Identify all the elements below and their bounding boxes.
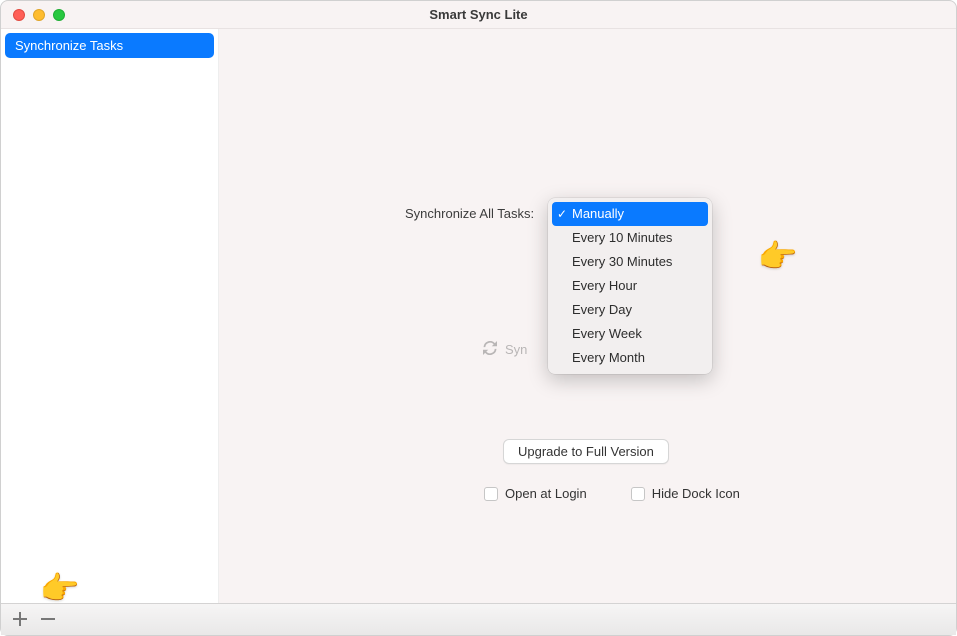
- dropdown-option-label: Manually: [572, 206, 624, 221]
- dropdown-option-label: Every Week: [572, 326, 642, 341]
- window-title: Smart Sync Lite: [1, 7, 956, 22]
- minus-icon: [41, 611, 55, 629]
- dropdown-option-every-30-minutes[interactable]: Every 30 Minutes: [552, 250, 708, 274]
- dropdown-option-label: Every Hour: [572, 278, 637, 293]
- sidebar: Synchronize Tasks: [1, 29, 219, 603]
- app-window: Smart Sync Lite Synchronize Tasks Synchr…: [0, 0, 957, 636]
- dropdown-option-every-hour[interactable]: Every Hour: [552, 274, 708, 298]
- dropdown-option-label: Every 30 Minutes: [572, 254, 672, 269]
- sidebar-item-label: Synchronize Tasks: [15, 38, 123, 53]
- open-at-login-label: Open at Login: [505, 486, 587, 501]
- checkbox-box: [631, 487, 645, 501]
- plus-icon: [13, 611, 27, 629]
- remove-button[interactable]: [39, 611, 57, 629]
- synchronize-all-tasks-label: Synchronize All Tasks:: [405, 206, 534, 221]
- dropdown-option-every-day[interactable]: Every Day: [552, 298, 708, 322]
- upgrade-button[interactable]: Upgrade to Full Version: [503, 439, 669, 464]
- bottom-toolbar: [1, 603, 956, 635]
- upgrade-button-label: Upgrade to Full Version: [518, 444, 654, 459]
- titlebar: Smart Sync Lite: [1, 1, 956, 29]
- dropdown-option-every-10-minutes[interactable]: Every 10 Minutes: [552, 226, 708, 250]
- dropdown-option-label: Every 10 Minutes: [572, 230, 672, 245]
- options-row: Open at Login Hide Dock Icon: [484, 486, 740, 501]
- sidebar-item-synchronize-tasks[interactable]: Synchronize Tasks: [5, 33, 214, 58]
- open-at-login-checkbox[interactable]: Open at Login: [484, 486, 587, 501]
- dropdown-option-label: Every Month: [572, 350, 645, 365]
- dropdown-option-manually[interactable]: Manually: [552, 202, 708, 226]
- main-panel: Synchronize All Tasks: Syn Upgrade to Fu…: [219, 29, 956, 603]
- dropdown-option-label: Every Day: [572, 302, 632, 317]
- refresh-icon: [483, 341, 497, 358]
- sync-interval-dropdown[interactable]: Manually Every 10 Minutes Every 30 Minut…: [548, 198, 712, 374]
- dropdown-option-every-month[interactable]: Every Month: [552, 346, 708, 370]
- add-button[interactable]: [11, 611, 29, 629]
- dropdown-option-every-week[interactable]: Every Week: [552, 322, 708, 346]
- hide-dock-icon-label: Hide Dock Icon: [652, 486, 740, 501]
- synchronize-now-label: Syn: [505, 342, 527, 357]
- pointing-hand-icon: 👈: [759, 237, 799, 275]
- hide-dock-icon-checkbox[interactable]: Hide Dock Icon: [631, 486, 740, 501]
- checkbox-box: [484, 487, 498, 501]
- synchronize-now-button[interactable]: Syn: [483, 341, 527, 358]
